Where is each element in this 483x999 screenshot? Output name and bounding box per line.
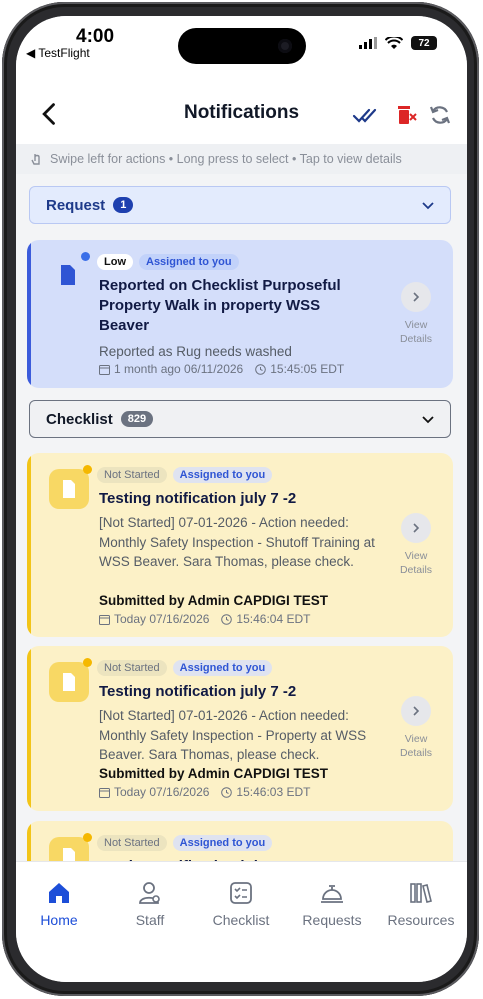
- status-stripe: [27, 646, 31, 811]
- checklist-section-label: Checklist: [46, 410, 113, 428]
- tab-home[interactable]: Home: [16, 880, 104, 928]
- back-app-label: TestFlight: [38, 46, 90, 60]
- card-submitter: Submitted by Admin CAPDIGI TEST: [99, 766, 329, 781]
- unread-dot: [83, 465, 92, 474]
- status-badge: Not Started: [97, 835, 167, 851]
- bottom-tab-bar: Home Staff Checklist Requests Resources: [16, 861, 467, 982]
- tab-staff[interactable]: Staff: [105, 880, 195, 928]
- card-time: 15:46:03 EDT: [236, 785, 311, 799]
- card-body: [Not Started] 07-01-2026 - Action needed…: [99, 515, 375, 569]
- app-screen: 4:00 ◀ TestFlight 72 Notifications Swipe…: [16, 16, 467, 982]
- staff-icon: [139, 882, 160, 904]
- tab-requests[interactable]: Requests: [287, 880, 377, 928]
- hint-text: Swipe left for actions • Long press to s…: [50, 152, 402, 166]
- card-title: Reported on Checklist Purposeful Propert…: [99, 277, 341, 334]
- wifi-icon: [385, 36, 403, 49]
- card-title: Testing notification july 7 -2: [99, 490, 297, 507]
- card-date: Today 07/16/2026: [114, 785, 210, 799]
- card-time: 15:46:04 EDT: [236, 612, 311, 626]
- tab-resources[interactable]: Resources: [376, 880, 466, 928]
- priority-stripe: [27, 240, 31, 388]
- clock-icon: [255, 363, 267, 375]
- calendar-icon: [99, 787, 110, 798]
- chevron-right-icon: [401, 513, 431, 543]
- header: Notifications: [16, 86, 467, 144]
- status-badge: Not Started: [97, 467, 167, 483]
- chevron-right-icon: [401, 696, 431, 726]
- assigned-badge: Assigned to you: [172, 660, 273, 676]
- tab-home-label: Home: [40, 912, 78, 928]
- card-time: 15:45:05 EDT: [270, 362, 345, 376]
- document-icon: [61, 265, 75, 285]
- status-time: 4:00: [76, 26, 115, 47]
- card-date: 1 month ago 06/11/2026: [114, 362, 244, 376]
- assigned-badge: Assigned to you: [139, 254, 239, 270]
- assigned-badge: Assigned to you: [172, 835, 273, 851]
- dynamic-island: [178, 28, 306, 64]
- checklist-section-header[interactable]: Checklist 829: [29, 400, 451, 438]
- clock-icon: [221, 786, 233, 798]
- card-meta: Today 07/16/2026 15:46:03 EDT: [99, 785, 310, 799]
- priority-badge: Low: [97, 254, 133, 270]
- card-body: [Not Started] 07-01-2026 - Action needed…: [99, 708, 367, 762]
- books-icon: [410, 883, 432, 903]
- home-icon: [49, 883, 69, 903]
- request-section-header[interactable]: Request 1: [29, 186, 451, 224]
- tab-resources-label: Resources: [387, 912, 455, 928]
- clock-icon: [221, 613, 233, 625]
- back-to-app[interactable]: ◀ TestFlight: [26, 46, 90, 60]
- card-meta: 1 month ago 06/11/2026 15:45:05 EDT: [99, 362, 344, 376]
- notification-card-checklist[interactable]: Not Started Assigned to you Testing noti…: [27, 646, 453, 811]
- checklist-icon: [230, 882, 252, 904]
- chevron-right-icon: [401, 282, 431, 312]
- tab-checklist-label: Checklist: [212, 912, 270, 928]
- status-bar: 4:00 ◀ TestFlight 72: [16, 16, 467, 86]
- unread-dot: [81, 252, 90, 261]
- document-icon: [49, 662, 89, 702]
- gesture-hint-bar: Swipe left for actions • Long press to s…: [16, 144, 467, 174]
- notification-card-checklist[interactable]: Not Started Assigned to you Testing noti…: [27, 453, 453, 637]
- card-title: Testing notification july 7 -2: [99, 683, 297, 700]
- status-indicators: 72: [359, 36, 437, 50]
- back-arrow-icon: ◀: [26, 46, 36, 60]
- view-details-button[interactable]: View Details: [393, 282, 439, 346]
- status-stripe: [27, 453, 31, 637]
- service-bell-icon: [321, 885, 343, 903]
- request-section-label: Request: [46, 196, 106, 214]
- request-count-badge: 1: [113, 197, 134, 213]
- swipe-gesture-icon: [31, 154, 40, 165]
- assigned-badge: Assigned to you: [172, 467, 273, 483]
- document-icon: [49, 469, 89, 509]
- tab-staff-label: Staff: [135, 912, 165, 928]
- battery-icon: 72: [411, 36, 437, 50]
- tab-checklist[interactable]: Checklist: [196, 880, 286, 928]
- card-meta: Today 07/16/2026 15:46:04 EDT: [99, 612, 310, 626]
- view-details-button[interactable]: View Details: [393, 696, 439, 760]
- status-badge: Not Started: [97, 660, 167, 676]
- card-submitter: Submitted by Admin CAPDIGI TEST: [99, 593, 329, 608]
- unread-dot: [83, 658, 92, 667]
- notification-card-request[interactable]: Low Assigned to you Reported on Checklis…: [27, 240, 453, 388]
- cellular-signal-icon: [359, 37, 377, 49]
- calendar-icon: [99, 614, 110, 625]
- camera-icon: [278, 39, 292, 53]
- unread-dot: [83, 833, 92, 842]
- mark-all-read-icon[interactable]: [352, 102, 378, 128]
- checklist-count-badge: 829: [120, 411, 154, 427]
- calendar-icon: [99, 364, 110, 375]
- tab-requests-label: Requests: [302, 912, 362, 928]
- refresh-icon[interactable]: [427, 102, 453, 128]
- delete-all-icon[interactable]: [393, 102, 419, 128]
- chevron-down-icon: [422, 202, 434, 210]
- card-body: Reported as Rug needs washed: [99, 344, 292, 359]
- chevron-down-icon: [422, 416, 434, 424]
- view-details-button[interactable]: View Details: [393, 513, 439, 577]
- card-date: Today 07/16/2026: [114, 612, 210, 626]
